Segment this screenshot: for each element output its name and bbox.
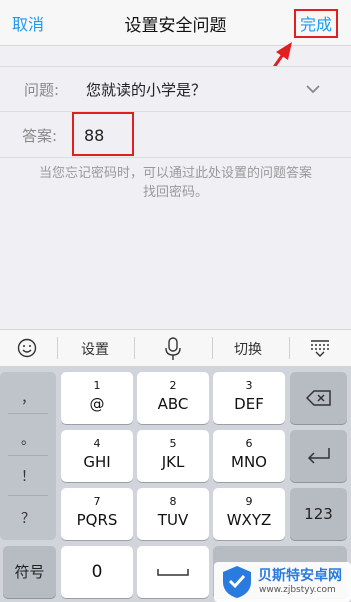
divider [8, 495, 48, 496]
key-number: 6 [245, 437, 253, 450]
key-number: 5 [169, 437, 177, 450]
space-icon [157, 569, 189, 576]
done-button[interactable]: 完成 [294, 9, 338, 38]
watermark-url: www.zjbstyy.com [259, 585, 336, 595]
divider [289, 337, 290, 359]
key-6[interactable]: 6 MNO [213, 430, 285, 482]
key-1[interactable]: 1 @ [61, 372, 133, 424]
space-key[interactable] [137, 546, 209, 598]
key-letters: ABC [157, 395, 189, 413]
emoji-icon[interactable] [17, 338, 37, 358]
key-number: 4 [93, 437, 101, 450]
key-5[interactable]: 5 JKL [137, 430, 209, 482]
backspace-key[interactable] [290, 372, 347, 424]
key-number: 7 [93, 495, 101, 508]
key-number: 8 [169, 495, 177, 508]
divider [212, 337, 213, 359]
key-letters: GHI [83, 453, 111, 471]
punct-key-question[interactable]: ？ [0, 508, 56, 528]
key-2[interactable]: 2 ABC [137, 372, 209, 424]
keyboard-hide-icon[interactable] [309, 338, 331, 358]
shield-logo-icon [223, 566, 251, 598]
key-4[interactable]: 4 GHI [61, 430, 133, 482]
key-letters: @ [89, 395, 105, 413]
divider [57, 337, 58, 359]
switch-button[interactable]: 切换 [234, 339, 262, 359]
enter-icon [307, 448, 330, 464]
key-7[interactable]: 7 PQRS [61, 488, 133, 540]
chevron-down-icon[interactable] [304, 80, 322, 98]
key-number: 3 [245, 379, 253, 392]
key-letters: WXYZ [226, 511, 272, 529]
key-3[interactable]: 3 DEF [213, 372, 285, 424]
key-letters: TUV [157, 511, 189, 529]
divider [8, 413, 48, 414]
key-8[interactable]: 8 TUV [137, 488, 209, 540]
hint-text: 当您忘记密码时，可以通过此处设置的问题答案 找回密码。 [0, 164, 351, 202]
question-label: 问题: [24, 81, 60, 99]
answer-input[interactable]: 88 [72, 112, 134, 156]
answer-label: 答案: [22, 127, 58, 145]
key-letters: DEF [234, 395, 264, 413]
key-letters: MNO [231, 453, 267, 471]
hint-line-1: 当您忘记密码时，可以通过此处设置的问题答案 [38, 166, 312, 181]
punct-key-period[interactable]: 。 [0, 429, 56, 449]
watermark-title: 贝斯特安卓网 [258, 568, 342, 584]
key-letters: JKL [161, 453, 185, 471]
num-123-key[interactable]: 123 [290, 488, 347, 540]
punct-key-comma[interactable]: ， [0, 388, 56, 408]
symbols-key[interactable]: 符号 [3, 546, 56, 598]
backspace-icon [305, 390, 331, 406]
key-9[interactable]: 9 WXYZ [213, 488, 285, 540]
enter-key[interactable] [290, 430, 347, 482]
hint-line-2: 找回密码。 [142, 185, 208, 200]
key-letters: PQRS [76, 511, 118, 529]
key-number: 9 [245, 495, 253, 508]
divider [134, 337, 135, 359]
divider [8, 455, 48, 456]
key-number: 2 [169, 379, 177, 392]
key-0[interactable]: 0 [61, 546, 133, 598]
ime-settings-button[interactable]: 设置 [81, 339, 109, 359]
punct-key-exclaim[interactable]: ！ [0, 466, 56, 486]
question-select[interactable]: 您就读的小学是？ [86, 79, 206, 100]
key-number: 1 [93, 379, 101, 392]
microphone-icon[interactable] [164, 337, 182, 361]
